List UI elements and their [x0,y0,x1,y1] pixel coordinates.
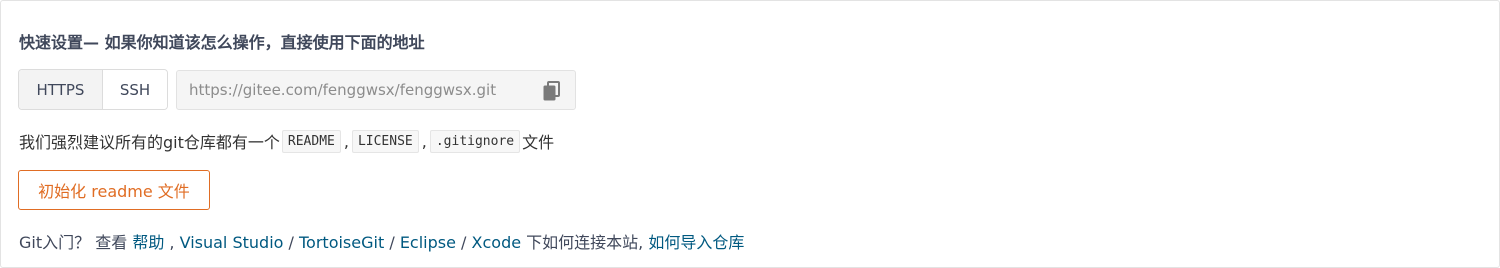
help-link[interactable]: 帮助 [132,233,164,252]
separator: , [421,131,427,151]
init-readme-button[interactable]: 初始化 readme 文件 [18,170,210,210]
copy-icon[interactable] [543,81,561,101]
repo-url-input[interactable] [189,71,529,109]
connect-text: 下如何连接本站, [526,233,644,252]
help-prefix: Git入门？ 查看 [19,233,128,252]
slash-separator: / [461,233,467,252]
visual-studio-link[interactable]: Visual Studio [180,233,284,252]
suggestion-suffix: 文件 [522,133,555,152]
quick-setup-panel: 快速设置— 如果你知道该怎么操作，直接使用下面的地址 HTTPS SSH 我们强… [0,0,1500,268]
protocol-toggle: HTTPS SSH [18,69,168,110]
help-line: Git入门？ 查看 帮助 , Visual Studio / TortoiseG… [19,229,744,253]
https-button[interactable]: HTTPS [19,70,103,109]
tortoisegit-link[interactable]: TortoiseGit [299,233,384,252]
xcode-link[interactable]: Xcode [472,233,522,252]
repo-url-box [176,70,576,110]
slash-separator: / [288,233,294,252]
file-tag-readme: README [281,129,341,153]
suggestion-prefix: 我们强烈建议所有的git仓库都有一个 [19,133,280,152]
import-repo-link[interactable]: 如何导入仓库 [648,233,744,252]
help-comma: , [169,233,175,252]
file-tag-gitignore: .gitignore [429,129,521,153]
quick-setup-title: 快速设置— 如果你知道该怎么操作，直接使用下面的地址 [19,33,425,52]
separator: , [343,131,349,151]
file-tag-license: LICENSE [351,129,419,153]
slash-separator: / [389,233,395,252]
readme-suggestion: 我们强烈建议所有的git仓库都有一个 README , LICENSE , .g… [19,128,554,154]
ssh-button[interactable]: SSH [103,70,167,109]
eclipse-link[interactable]: Eclipse [400,233,456,252]
